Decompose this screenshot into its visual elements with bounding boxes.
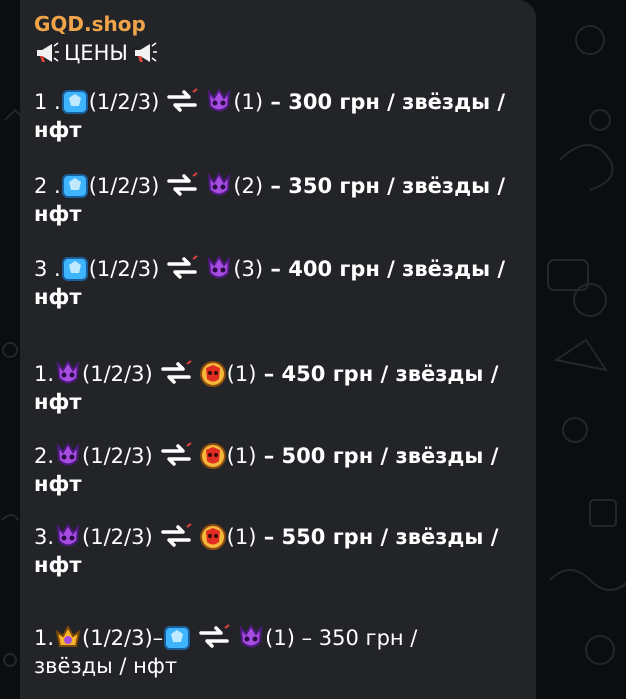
- blue-crystal-icon: [164, 626, 191, 650]
- price-row-6: 3. (1/2/3) (1) – 550 грн / звёзды / нфт: [34, 523, 499, 577]
- swap-arrows-icon: [199, 624, 231, 648]
- gold-crown-icon: [56, 626, 81, 647]
- price-row-4: 1. (1/2/3) (1) – 450 грн / звёзды / нфт: [34, 360, 499, 414]
- message-bubble[interactable]: GQD.shop ЦЕНЫ 1 . (1/2/3) (1) – 300 грн …: [20, 0, 536, 699]
- purple-skull-icon: [208, 173, 231, 196]
- blue-crystal-icon: [61, 174, 88, 198]
- price-row-5: 2. (1/2/3) (1) – 500 грн / звёзды / нфт: [34, 442, 499, 496]
- purple-skull-icon: [240, 625, 263, 648]
- blue-crystal-icon: [61, 90, 88, 114]
- swap-arrows-icon: [160, 442, 193, 466]
- swap-arrows-icon: [160, 360, 193, 384]
- megaphone-icon: [134, 42, 157, 62]
- sender-name[interactable]: GQD.shop: [34, 12, 146, 36]
- swap-arrows-icon: [167, 88, 200, 112]
- swap-arrows-icon: [167, 172, 200, 196]
- red-skull-icon: [199, 443, 226, 469]
- red-skull-icon: [199, 361, 226, 387]
- purple-skull-icon: [57, 443, 80, 466]
- price-row-3: 3 . (1/2/3) (3) – 400 грн / звёзды / нфт: [34, 255, 506, 309]
- title-text: ЦЕНЫ: [64, 41, 128, 65]
- price-row-1: 1 . (1/2/3) (1) – 300 грн / звёзды / нфт: [34, 88, 506, 142]
- swap-arrows-icon: [167, 255, 200, 279]
- purple-skull-icon: [57, 361, 80, 384]
- message-title: ЦЕНЫ: [34, 38, 158, 68]
- megaphone-icon: [37, 42, 59, 62]
- purple-skull-icon: [57, 524, 80, 547]
- purple-skull-icon: [208, 89, 231, 112]
- price-row-7: 1. (1/2/3)– (1) – 350 грн / звёзды / нфт: [34, 624, 418, 678]
- price-row-2: 2 . (1/2/3) (2) – 350 грн / звёзды / нфт: [34, 172, 506, 226]
- purple-skull-icon: [208, 256, 231, 279]
- blue-crystal-icon: [61, 257, 88, 281]
- red-skull-icon: [199, 524, 226, 550]
- swap-arrows-icon: [160, 523, 193, 547]
